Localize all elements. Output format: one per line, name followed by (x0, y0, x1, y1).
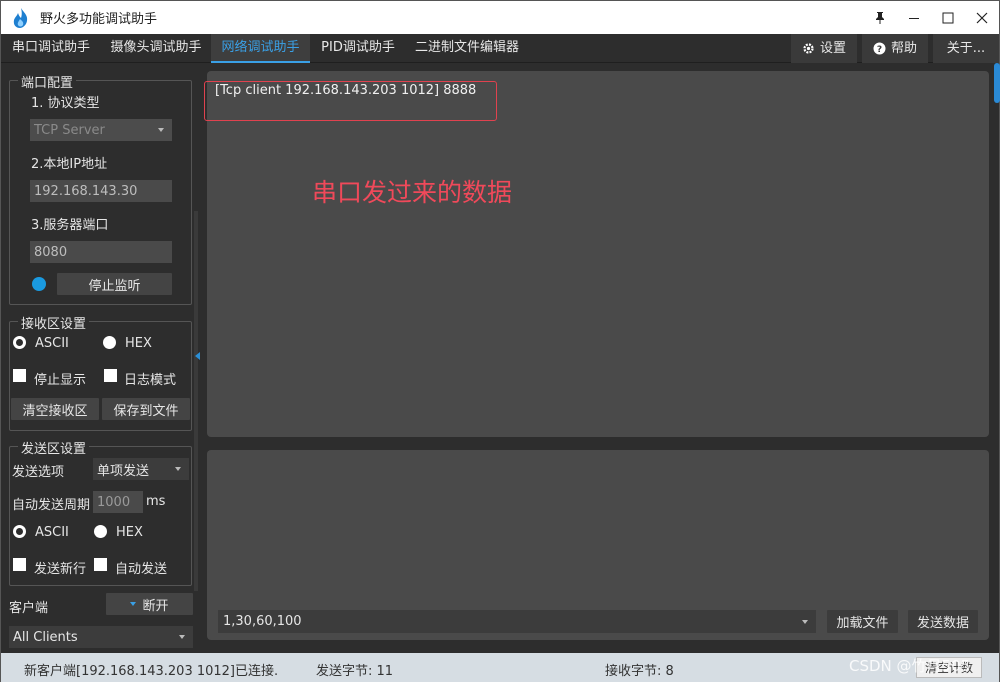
flame-logo-icon (13, 7, 28, 28)
recv-ascii-label: ASCII (35, 336, 69, 351)
send-option-label: 发送选项 (12, 465, 65, 480)
recv-hex-radio[interactable] (103, 336, 116, 349)
port-field[interactable]: 8080 (30, 241, 172, 263)
gear-icon (803, 43, 814, 54)
auto-period-field[interactable]: 1000 (93, 491, 143, 513)
save-to-file-button[interactable]: 保存到文件 (102, 398, 190, 420)
tab-binary-editor[interactable]: 二进制文件编辑器 (406, 34, 528, 63)
ip-label: 2.本地IP地址 (31, 157, 108, 172)
auto-period-label: 自动发送周期 (12, 498, 91, 513)
receive-settings-title: 接收区设置 (18, 313, 90, 332)
auto-send-checkbox[interactable] (94, 558, 107, 571)
window-title: 野火多功能调试助手 (40, 12, 158, 27)
tab-camera[interactable]: 摄像头调试助手 (101, 34, 211, 63)
auto-send-label: 自动发送 (115, 562, 168, 577)
window-controls (863, 1, 999, 34)
send-hex-radio[interactable] (94, 525, 107, 538)
send-settings-title: 发送区设置 (18, 438, 90, 457)
send-newline-label: 发送新行 (34, 562, 87, 577)
chevron-down-icon (179, 635, 185, 639)
clients-select[interactable]: All Clients (9, 626, 193, 648)
tab-pid[interactable]: PID调试助手 (310, 34, 406, 63)
title-bar: 野火多功能调试助手 (1, 1, 999, 34)
main-tab-bar: 串口调试助手 摄像头调试助手 网络调试助手 PID调试助手 二进制文件编辑器 设… (1, 34, 999, 63)
port-config-title: 端口配置 (18, 72, 77, 91)
disconnect-label: 断开 (142, 598, 169, 614)
tab-network[interactable]: 网络调试助手 (211, 34, 310, 63)
send-option-value: 单项发送 (97, 463, 150, 479)
maximize-icon[interactable] (931, 1, 965, 34)
help-button[interactable]: ? 帮助 (862, 34, 928, 63)
chevron-down-icon (158, 128, 164, 132)
left-panel-scrollbar[interactable] (194, 211, 198, 591)
pin-icon[interactable] (863, 1, 897, 34)
log-mode-checkbox[interactable] (104, 369, 117, 382)
send-input-value: 1,30,60,100 (223, 614, 302, 629)
close-icon[interactable] (965, 1, 999, 34)
ip-field[interactable]: 192.168.143.30 (30, 180, 172, 202)
highlight-box (204, 81, 497, 121)
protocol-value: TCP Server (34, 122, 105, 138)
stop-listen-button[interactable]: 停止监听 (57, 273, 172, 295)
watermark-text: CSDN @竹月505 (849, 657, 971, 675)
period-unit-label: ms (146, 494, 166, 509)
app-window: 野火多功能调试助手 串口调试助手 摄像头调试助手 网络调试助手 PID调试助手 … (0, 0, 1000, 682)
help-label: 帮助 (890, 40, 917, 56)
tab-serial[interactable]: 串口调试助手 (1, 34, 101, 63)
send-hex-label: HEX (116, 525, 143, 540)
load-file-button[interactable]: 加载文件 (827, 610, 898, 633)
annotation-text: 串口发过来的数据 (312, 178, 513, 207)
send-input[interactable]: 1,30,60,100 (218, 610, 816, 633)
send-newline-checkbox[interactable] (13, 558, 26, 571)
log-mode-label: 日志模式 (124, 373, 177, 388)
sent-bytes: 发送字节: 11 (316, 664, 394, 679)
chevron-down-icon (130, 602, 137, 606)
ip-value: 192.168.143.30 (34, 183, 138, 199)
right-scroll-handle[interactable] (994, 63, 1000, 103)
collapse-arrow-icon[interactable] (195, 352, 200, 360)
settings-label: 设置 (819, 40, 846, 56)
recv-ascii-radio[interactable] (13, 336, 26, 349)
send-option-select[interactable]: 单项发送 (93, 458, 189, 480)
chevron-down-icon (802, 619, 808, 624)
receive-area[interactable] (207, 71, 989, 437)
stop-display-checkbox[interactable] (13, 369, 26, 382)
disconnect-button[interactable]: 断开 (106, 593, 193, 615)
auto-period-value: 1000 (97, 494, 131, 510)
minimize-icon[interactable] (897, 1, 931, 34)
clients-value: All Clients (13, 629, 78, 645)
chevron-down-icon (175, 467, 181, 471)
send-ascii-label: ASCII (35, 525, 69, 540)
about-label: 关于... (946, 40, 986, 56)
protocol-label: 1. 协议类型 (31, 96, 100, 111)
protocol-select[interactable]: TCP Server (30, 119, 172, 141)
clear-receive-button[interactable]: 清空接收区 (11, 398, 99, 420)
received-bytes: 接收字节: 8 (605, 664, 674, 679)
recv-hex-label: HEX (125, 336, 152, 351)
listening-status-indicator (32, 277, 46, 291)
client-label: 客户端 (9, 601, 49, 616)
svg-text:?: ? (877, 45, 882, 55)
connection-status: 新客户端[192.168.143.203 1012]已连接. (24, 664, 279, 679)
send-ascii-radio[interactable] (13, 525, 26, 538)
settings-button[interactable]: 设置 (791, 34, 857, 63)
port-label: 3.服务器端口 (31, 218, 109, 233)
port-value: 8080 (34, 244, 68, 260)
help-icon: ? (873, 42, 886, 55)
about-button[interactable]: 关于... (933, 34, 999, 63)
send-data-button[interactable]: 发送数据 (908, 610, 978, 633)
stop-display-label: 停止显示 (34, 373, 87, 388)
